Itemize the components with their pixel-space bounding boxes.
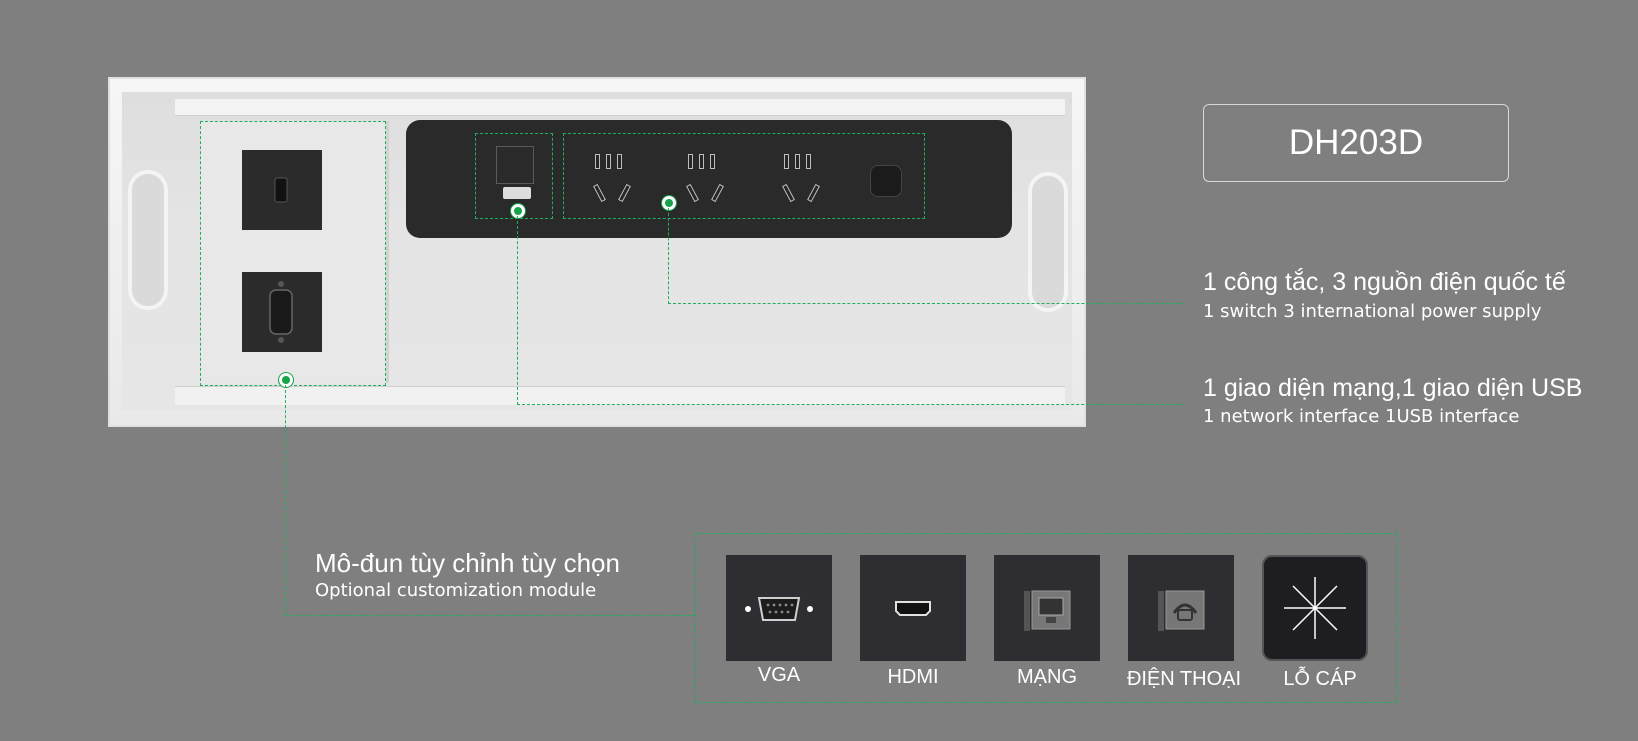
- module-label-telephone: ĐIỆN THOẠI: [1126, 668, 1242, 690]
- power-switch: [870, 165, 902, 197]
- model-box: DH203D: [1203, 104, 1509, 182]
- feature-power-vn: 1 công tắc, 3 nguồn điện quốc tế: [1203, 268, 1566, 296]
- network-port-icon: [1024, 590, 1071, 631]
- bottom-rail: [175, 386, 1065, 405]
- module-callout-box: [200, 121, 386, 386]
- module-dot: [279, 373, 293, 387]
- power-dot: [662, 196, 676, 210]
- module-hdmi: [860, 555, 966, 661]
- model-name: DH203D: [1288, 123, 1424, 162]
- top-rail: [175, 99, 1065, 116]
- hdmi-port-icon: [895, 601, 931, 616]
- vga-port-icon: [745, 597, 813, 621]
- optional-en: Optional customization module: [315, 580, 597, 601]
- network-line-horizontal: [517, 404, 1184, 405]
- left-handle: [128, 170, 168, 310]
- module-label-hdmi: HDMI: [887, 666, 939, 688]
- module-label-vga: VGA: [757, 664, 801, 686]
- cable-hole-icon: [1284, 577, 1346, 639]
- feature-power-en: 1 switch 3 international power supply: [1203, 301, 1542, 322]
- module-label-network: MẠNG: [1017, 666, 1077, 688]
- module-label-cable-hole: LỖ CÁP: [1283, 668, 1357, 690]
- module-vga: [726, 555, 832, 661]
- telephone-port-icon: [1158, 590, 1205, 631]
- right-handle: [1028, 172, 1068, 312]
- module-line-vertical: [285, 385, 286, 615]
- module-telephone: [1128, 555, 1234, 661]
- network-line-vertical: [517, 216, 518, 405]
- network-usb-dot: [511, 204, 525, 218]
- module-network: [994, 555, 1100, 661]
- feature-network-en: 1 network interface 1USB interface: [1203, 406, 1520, 427]
- module-cable-hole: [1262, 555, 1368, 661]
- power-line-vertical: [668, 208, 669, 304]
- optional-vn: Mô-đun tùy chỉnh tùy chọn: [315, 548, 620, 578]
- feature-network-vn: 1 giao diện mạng,1 giao diện USB: [1203, 374, 1583, 402]
- module-line-horizontal: [285, 615, 695, 616]
- power-line-horizontal: [668, 303, 1184, 304]
